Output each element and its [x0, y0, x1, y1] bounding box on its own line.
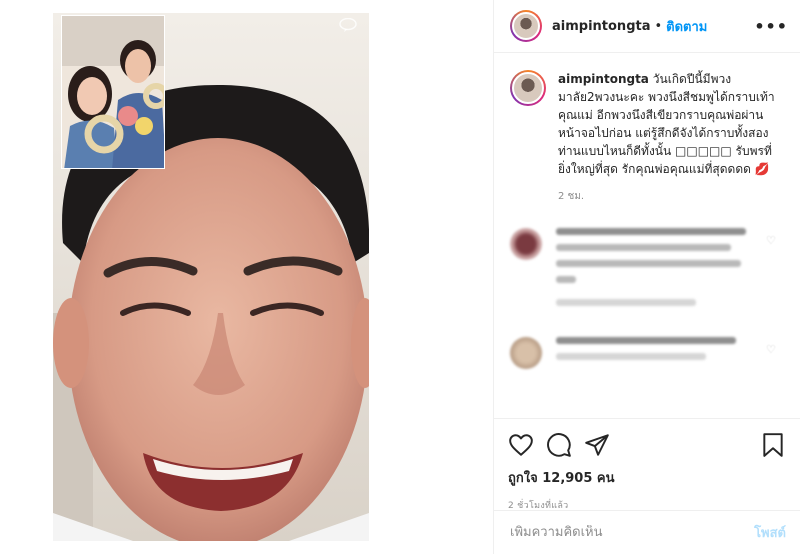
caption: aimpintongta วันเกิดปีนี้มีพวงมาลัย2พวงน…	[510, 70, 784, 206]
comment-like-heart-icon[interactable]: ♡	[766, 343, 778, 356]
comment-input[interactable]	[510, 525, 755, 540]
author-avatar[interactable]	[510, 10, 542, 42]
blurred-avatar	[510, 228, 542, 260]
blurred-comment: ♡	[510, 337, 784, 369]
post-media-area	[0, 0, 493, 554]
share-icon[interactable]	[584, 432, 610, 458]
author-username[interactable]: aimpintongta	[552, 19, 650, 34]
caption-time: 2 ชม.	[558, 191, 585, 202]
line-chat-icon	[339, 18, 357, 32]
post-actions: ถูกใจ 12,905 คน 2 ชั่วโมงที่แล้ว	[494, 418, 800, 512]
caption-author-avatar[interactable]	[510, 70, 546, 106]
blurred-avatar	[510, 337, 542, 369]
caption-body: aimpintongta วันเกิดปีนี้มีพวงมาลัย2พวงน…	[558, 70, 784, 206]
post-side-panel: aimpintongta • ติดตาม ••• aimpintongta ว…	[493, 0, 800, 554]
comment-icon[interactable]	[546, 432, 572, 458]
comment-like-heart-icon[interactable]: ♡	[766, 234, 778, 247]
video-call-inset-image	[61, 15, 165, 169]
post-comment-button[interactable]: โพสต์	[754, 522, 786, 543]
blurred-comment-text	[556, 337, 756, 369]
add-comment-bar: โพสต์	[494, 510, 800, 554]
caption-text: วันเกิดปีนี้มีพวงมาลัย2พวงนะคะ พวงนึงสีช…	[558, 72, 775, 176]
caption-username[interactable]: aimpintongta	[558, 72, 649, 86]
bookmark-icon[interactable]	[760, 432, 786, 458]
likes-count[interactable]: ถูกใจ 12,905 คน	[508, 467, 786, 488]
follow-button[interactable]: ติดตาม	[666, 16, 707, 37]
heart-icon[interactable]	[508, 432, 534, 458]
more-options-icon[interactable]: •••	[754, 17, 788, 36]
blurred-comment: ♡	[510, 228, 784, 315]
blurred-comment-text	[556, 228, 756, 315]
comments-list[interactable]: aimpintongta วันเกิดปีนี้มีพวงมาลัย2พวงน…	[494, 54, 800, 418]
header-separator: •	[654, 18, 663, 34]
post-header: aimpintongta • ติดตาม •••	[494, 0, 800, 53]
